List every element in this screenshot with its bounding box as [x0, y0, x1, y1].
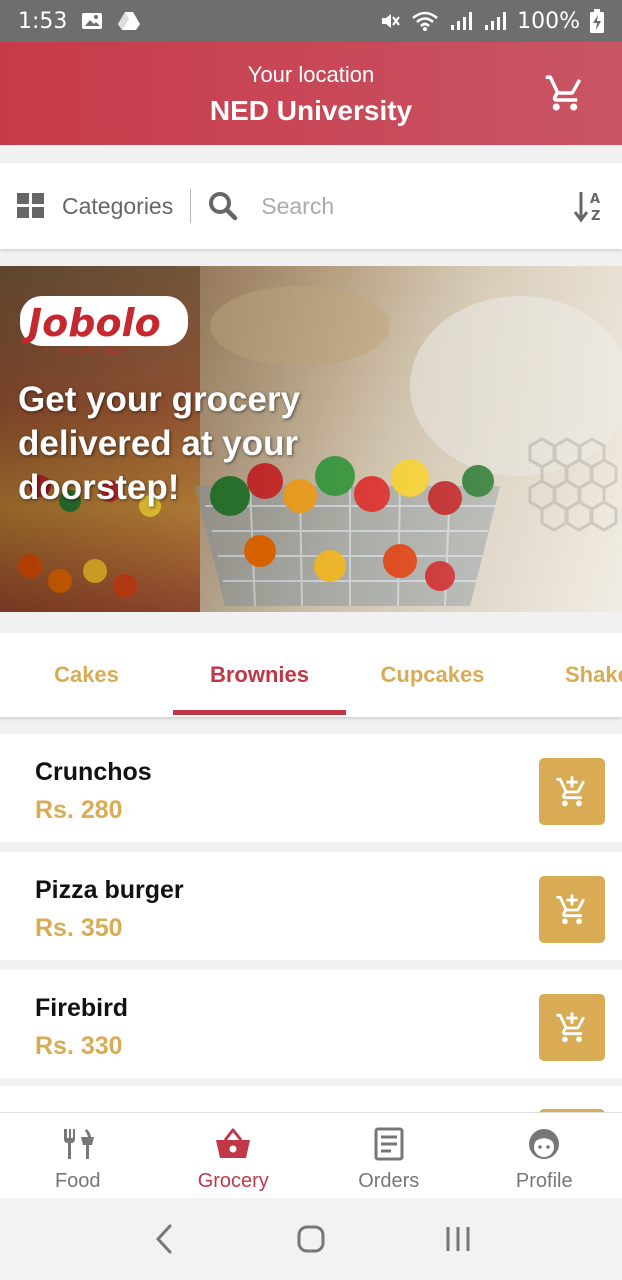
recents-button[interactable] [438, 1219, 478, 1259]
status-bar: 1:53 100% [0, 0, 622, 42]
status-time: 1:53 [18, 8, 68, 34]
signal-icon [449, 10, 473, 32]
nav-orders[interactable]: Orders [311, 1113, 467, 1198]
categories-button[interactable]: Categories [0, 163, 173, 249]
basket-icon [216, 1128, 251, 1158]
nav-profile-label: Profile [515, 1170, 573, 1192]
mute-icon [379, 10, 401, 32]
search-input[interactable]: Search [208, 191, 574, 221]
product-card[interactable]: Firebird Rs. 330 [0, 970, 622, 1078]
nav-orders-label: Orders [358, 1170, 420, 1192]
search-placeholder: Search [261, 192, 335, 219]
sort-az-icon: A Z [573, 192, 600, 224]
image-icon [81, 11, 103, 31]
svg-text:Jobolo: Jobolo [21, 301, 161, 345]
tab-shakes[interactable]: Shakes [519, 633, 622, 717]
tab-cupcakes[interactable]: Cupcakes [346, 633, 519, 717]
home-button[interactable] [291, 1219, 331, 1259]
promo-banner[interactable]: Jobolo Hum Hain Na ! Get your grocery de… [0, 266, 622, 612]
profile-icon [529, 1129, 560, 1159]
drive-icon [117, 11, 141, 31]
search-icon [209, 192, 238, 221]
system-navigation-bar [0, 1198, 622, 1280]
nav-food-label: Food [54, 1170, 101, 1192]
add-to-cart-button[interactable] [539, 876, 605, 943]
receipt-icon [374, 1127, 404, 1161]
cart-button[interactable] [544, 72, 586, 114]
product-name: Crunchos [35, 758, 152, 786]
product-price: Rs. 330 [35, 1032, 123, 1060]
grid-icon [17, 193, 44, 218]
tab-brownies[interactable]: Brownies [173, 633, 346, 717]
bottom-navigation: Food Grocery Orders Profile [0, 1112, 622, 1198]
location-label: Your location [247, 62, 375, 87]
back-button[interactable] [144, 1219, 184, 1259]
recents-icon [446, 1227, 470, 1251]
back-icon [155, 1224, 172, 1254]
product-name: Firebird [35, 994, 129, 1022]
battery-level: 100% [517, 8, 580, 34]
add-to-cart-button[interactable] [539, 994, 605, 1061]
location-value[interactable]: NED University [0, 95, 622, 127]
signal-icon [483, 10, 507, 32]
active-tab-indicator [173, 710, 346, 715]
product-name: Pizza burger [35, 876, 184, 904]
svg-text:Hum Hain Na !: Hum Hain Na ! [60, 347, 126, 356]
add-cart-icon [556, 893, 585, 924]
nav-grocery[interactable]: Grocery [156, 1113, 312, 1198]
product-card[interactable]: Crunchos Rs. 280 [0, 734, 622, 842]
app-header: Your location NED University [0, 42, 622, 145]
wifi-icon [411, 10, 439, 32]
banner-headline: Get your grocery delivered at your doors… [18, 380, 301, 507]
nav-profile[interactable]: Profile [467, 1113, 622, 1198]
product-price: Rs. 280 [35, 796, 123, 824]
svg-text:Z: Z [591, 209, 600, 223]
svg-text:A: A [590, 192, 600, 207]
cart-icon [545, 75, 582, 111]
battery-charging-icon [590, 9, 604, 33]
add-cart-icon [556, 775, 585, 806]
add-cart-icon [556, 1011, 585, 1042]
product-price: Rs. 350 [35, 914, 123, 942]
sort-button[interactable]: A Z [573, 189, 606, 224]
categories-label: Categories [62, 192, 174, 219]
tab-cakes[interactable]: Cakes [0, 633, 173, 717]
fork-knife-icon [63, 1129, 94, 1159]
nav-food[interactable]: Food [0, 1113, 156, 1198]
home-icon [297, 1225, 325, 1253]
nav-grocery-label: Grocery [197, 1170, 269, 1192]
product-card[interactable]: Pizza burger Rs. 350 [0, 852, 622, 960]
category-tabs: Cakes Brownies Cupcakes Shakes [0, 633, 622, 717]
jobolo-logo: Jobolo Hum Hain Na ! [18, 294, 190, 357]
add-to-cart-button[interactable] [539, 758, 605, 825]
divider [190, 189, 192, 223]
search-bar: Categories Search A Z [0, 163, 622, 249]
